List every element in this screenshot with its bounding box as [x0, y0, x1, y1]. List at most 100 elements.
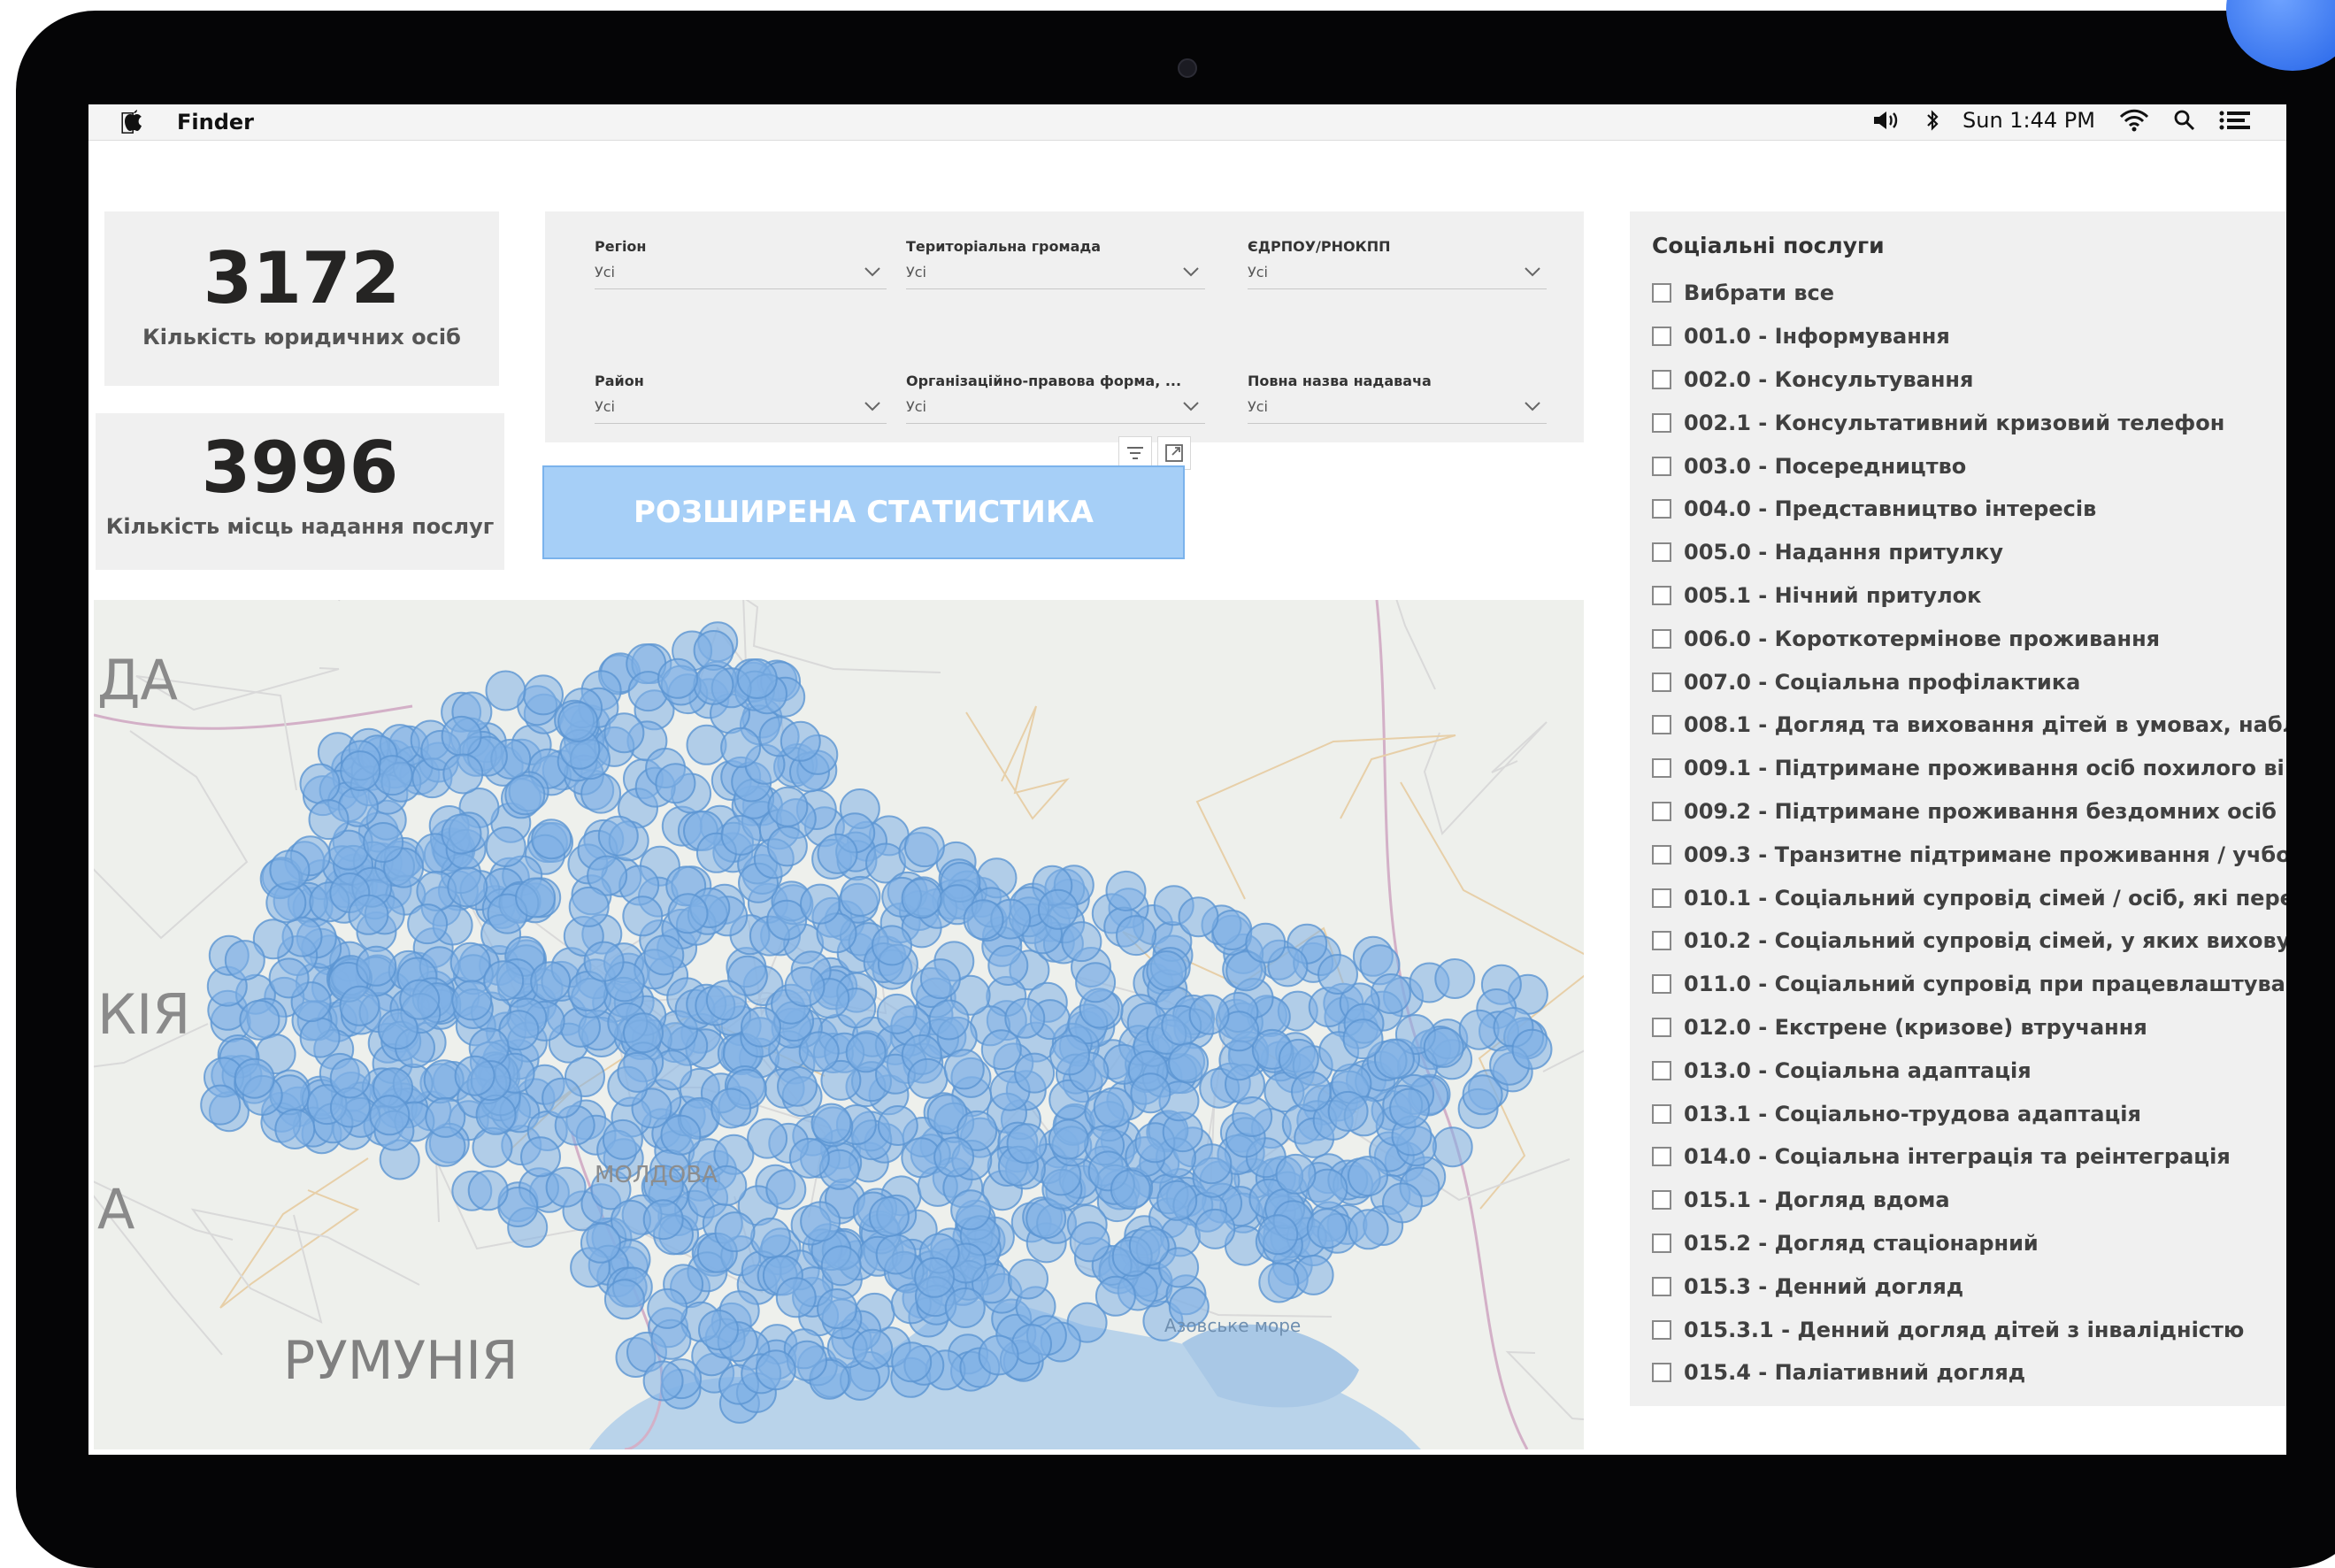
volume-icon[interactable]: [1872, 109, 1902, 132]
map-marker[interactable]: [950, 1189, 992, 1231]
map-marker[interactable]: [877, 1105, 918, 1146]
checkbox[interactable]: [1652, 1319, 1671, 1340]
map-marker[interactable]: [557, 701, 599, 742]
service-item[interactable]: Вибрати все: [1652, 272, 2286, 315]
service-item[interactable]: 010.2 - Соціальний супровід сімей, у яки…: [1652, 919, 2286, 963]
map-marker[interactable]: [1232, 1096, 1273, 1137]
map-marker[interactable]: [693, 664, 734, 705]
map-marker[interactable]: [928, 999, 970, 1041]
map-marker[interactable]: [1291, 1071, 1332, 1112]
map-marker[interactable]: [643, 934, 685, 976]
map-marker[interactable]: [810, 1103, 852, 1144]
service-item[interactable]: 001.0 - Інформування: [1652, 315, 2286, 358]
filter-district[interactable]: Район Усі: [595, 373, 887, 424]
service-item[interactable]: 014.0 - Соціальна інтеграція та реінтегр…: [1652, 1135, 2286, 1179]
map-marker[interactable]: [642, 1199, 684, 1241]
map-marker[interactable]: [1061, 921, 1102, 963]
checkbox[interactable]: [1652, 1363, 1671, 1383]
checkbox[interactable]: [1652, 1103, 1671, 1124]
map-marker[interactable]: [340, 750, 381, 792]
map-marker[interactable]: [714, 1211, 756, 1253]
wifi-icon[interactable]: [2118, 108, 2150, 133]
checkbox[interactable]: [1652, 1060, 1671, 1080]
service-item[interactable]: 013.0 - Соціальна адаптація: [1652, 1049, 2286, 1092]
service-item[interactable]: 011.0 - Соціальний супровід при працевла…: [1652, 963, 2286, 1006]
map-marker[interactable]: [224, 940, 265, 981]
checkbox[interactable]: [1652, 672, 1671, 692]
map-marker[interactable]: [1462, 1074, 1503, 1116]
map-marker[interactable]: [1191, 1143, 1233, 1185]
map-marker[interactable]: [520, 1136, 561, 1178]
checkbox[interactable]: [1652, 628, 1671, 649]
map-marker[interactable]: [907, 1057, 949, 1099]
filter-region[interactable]: Регіон Усі: [595, 238, 887, 289]
map-marker[interactable]: [780, 720, 821, 762]
map-marker[interactable]: [1014, 1052, 1056, 1094]
map-marker[interactable]: [1458, 1009, 1500, 1050]
filter-legal-form[interactable]: Організаційно-правова форма, ... Усі: [906, 373, 1205, 424]
map-marker[interactable]: [268, 957, 310, 999]
map-marker[interactable]: [1317, 954, 1358, 995]
map-marker[interactable]: [356, 945, 397, 987]
map-marker[interactable]: [441, 715, 482, 757]
checkbox[interactable]: [1652, 758, 1671, 779]
checkbox[interactable]: [1652, 1017, 1671, 1037]
map-marker[interactable]: [1257, 1214, 1299, 1256]
map-marker[interactable]: [363, 822, 404, 863]
map-marker[interactable]: [531, 819, 572, 860]
map-marker[interactable]: [817, 833, 858, 874]
map-marker[interactable]: [454, 1055, 495, 1096]
map-marker[interactable]: [1146, 950, 1187, 992]
map-marker[interactable]: [1245, 922, 1287, 964]
service-item[interactable]: 009.1 - Підтримане проживання осіб похил…: [1652, 747, 2286, 790]
map-marker[interactable]: [747, 1118, 788, 1159]
map-marker[interactable]: [348, 894, 389, 935]
checkbox[interactable]: [1652, 1147, 1671, 1167]
map-marker[interactable]: [447, 866, 488, 908]
map-marker[interactable]: [1069, 1221, 1110, 1263]
map-marker[interactable]: [1156, 1180, 1198, 1221]
map-marker[interactable]: [647, 1287, 688, 1329]
map-marker[interactable]: [667, 893, 709, 934]
map-marker[interactable]: [914, 1257, 956, 1298]
map-marker[interactable]: [1306, 1208, 1348, 1249]
apple-logo-icon[interactable]: [120, 109, 145, 135]
map-marker[interactable]: [1511, 1028, 1553, 1070]
map-marker[interactable]: [720, 726, 762, 768]
clock[interactable]: Sun 1:44 PM: [1962, 108, 2095, 133]
map-marker[interactable]: [299, 763, 341, 804]
map-marker[interactable]: [1008, 1258, 1048, 1300]
service-item[interactable]: 015.3.1 - Денний догляд дітей з інвалідн…: [1652, 1308, 2286, 1351]
map-marker[interactable]: [741, 1006, 781, 1048]
service-item[interactable]: 008.1 - Догляд та виховання дітей в умов…: [1652, 703, 2286, 747]
map-marker[interactable]: [269, 849, 311, 891]
map-marker[interactable]: [602, 1118, 643, 1160]
map-marker[interactable]: [642, 1360, 684, 1402]
map-marker[interactable]: [274, 1109, 316, 1149]
service-item[interactable]: 015.3 - Денний догляд: [1652, 1264, 2286, 1308]
map-visual[interactable]: ДА КІЯ А РУМУНІЯ МОЛДОВА Азовське море: [94, 600, 1584, 1449]
map-marker[interactable]: [369, 1095, 411, 1136]
service-item[interactable]: 003.0 - Посередництво: [1652, 444, 2286, 488]
map-marker[interactable]: [441, 813, 482, 855]
map-marker[interactable]: [583, 941, 625, 982]
map-marker[interactable]: [655, 763, 696, 804]
map-marker[interactable]: [603, 1279, 645, 1320]
service-item[interactable]: 012.0 - Екстрене (кризове) втручання: [1652, 1006, 2286, 1049]
map-marker[interactable]: [1049, 1034, 1090, 1076]
map-marker[interactable]: [1348, 1156, 1388, 1197]
map-marker[interactable]: [1048, 1118, 1089, 1160]
map-marker[interactable]: [798, 1031, 840, 1072]
map-marker[interactable]: [784, 966, 826, 1007]
checkbox[interactable]: [1652, 499, 1671, 519]
advanced-statistics-button[interactable]: РОЗШИРЕНА СТАТИСТИКА: [542, 465, 1185, 559]
service-item[interactable]: 009.3 - Транзитне підтримане проживання …: [1652, 833, 2286, 876]
map-marker[interactable]: [542, 1077, 583, 1118]
checkbox[interactable]: [1652, 412, 1671, 433]
map-marker[interactable]: [1110, 1169, 1151, 1211]
map-marker[interactable]: [710, 1088, 752, 1129]
map-marker[interactable]: [777, 1065, 818, 1107]
map-marker[interactable]: [891, 1341, 933, 1383]
map-marker[interactable]: [788, 1137, 830, 1179]
map-marker[interactable]: [876, 993, 918, 1034]
